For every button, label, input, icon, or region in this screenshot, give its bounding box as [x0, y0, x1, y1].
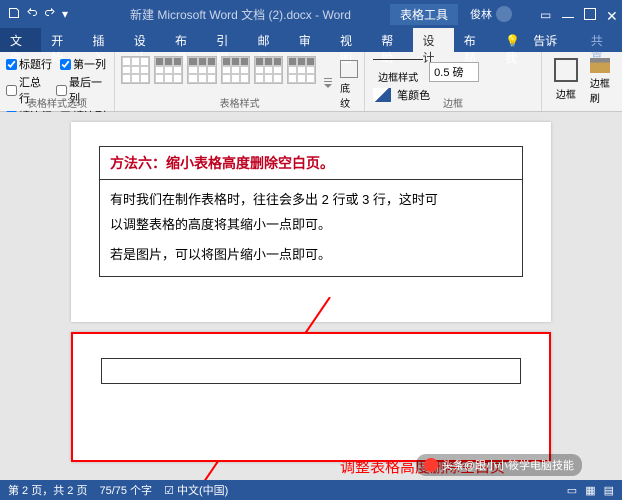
table-body-cell[interactable]: 有时我们在制作表格时，往往会多出 2 行或 3 行，这时可 以调整表格的高度将其… [100, 180, 522, 276]
tab-view[interactable]: 视图 [330, 28, 371, 52]
save-icon[interactable] [8, 7, 20, 22]
border-style-button[interactable]: 边框样式 [373, 59, 423, 84]
tab-layout[interactable]: 布局 [165, 28, 206, 52]
tell-me[interactable]: 💡 告诉我 [495, 28, 581, 52]
tab-review[interactable]: 审阅 [289, 28, 330, 52]
tab-mailings[interactable]: 邮件 [248, 28, 289, 52]
qat-dropdown-icon[interactable]: ▾ [62, 7, 68, 21]
tab-table-design[interactable]: 设计 [413, 28, 454, 52]
table-style-2[interactable] [154, 56, 183, 84]
ribbon-options-icon[interactable]: ▭ [540, 8, 552, 20]
watermark: 头条@跟小小筱学电脑技能 [416, 454, 582, 476]
border-icon [554, 58, 578, 82]
table-tools-label: 表格工具 [390, 4, 458, 25]
close-icon[interactable]: ✕ [606, 8, 618, 20]
page-2 [71, 332, 551, 462]
border-sample-icon [373, 59, 423, 69]
menu-bar: 文件 开始 插入 设计 布局 引用 邮件 审阅 视图 帮助 设计 布局 💡 告诉… [0, 28, 622, 52]
table-style-6[interactable] [287, 56, 316, 84]
table-style-1[interactable] [121, 56, 150, 84]
status-bar: 第 2 页，共 2 页 75/75 个字 ☑ 中文(中国) ▭ ▦ ▤ [0, 480, 622, 500]
language-indicator[interactable]: ☑ 中文(中国) [164, 482, 228, 498]
watermark-icon [424, 458, 438, 472]
tab-design[interactable]: 设计 [124, 28, 165, 52]
tab-home[interactable]: 开始 [41, 28, 82, 52]
chk-first-col[interactable]: 第一列 [60, 56, 106, 72]
borders-button[interactable]: 边框 [548, 54, 584, 109]
group-border-buttons: 边框 边框刷 [542, 52, 622, 111]
table-style-5[interactable] [254, 56, 283, 84]
user-account[interactable]: 俊林 [470, 6, 512, 22]
empty-table[interactable] [101, 358, 521, 384]
bucket-icon [340, 60, 358, 78]
view-web-icon[interactable]: ▤ [604, 484, 614, 497]
tab-table-layout[interactable]: 布局 [454, 28, 495, 52]
group-style-options: 标题行 第一列 汇总行 最后一列 镶边行 镶边列 表格样式选项 [0, 52, 115, 111]
table-style-3[interactable] [187, 56, 216, 84]
undo-icon[interactable] [26, 7, 38, 22]
page-indicator[interactable]: 第 2 页，共 2 页 [8, 482, 87, 498]
user-avatar-icon [496, 6, 512, 22]
view-print-icon[interactable]: ▦ [585, 484, 595, 497]
table-style-4[interactable] [221, 56, 250, 84]
tab-help[interactable]: 帮助 [371, 28, 412, 52]
group-borders: 边框样式 0.5 磅 笔颜色 边框 [365, 52, 542, 111]
page-1: 方法六：缩小表格高度删除空白页。 有时我们在制作表格时，往往会多出 2 行或 3… [71, 122, 551, 322]
tab-file[interactable]: 文件 [0, 28, 41, 52]
word-count[interactable]: 75/75 个字 [99, 482, 152, 498]
tab-references[interactable]: 引用 [206, 28, 247, 52]
minimize-icon[interactable] [562, 17, 574, 18]
group-table-styles: 底纹 表格样式 [115, 52, 365, 111]
title-bar: ▾ 新建 Microsoft Word 文档 (2).docx - Word 表… [0, 0, 622, 28]
maximize-icon[interactable] [584, 8, 596, 20]
document-area[interactable]: 方法六：缩小表格高度删除空白页。 有时我们在制作表格时，往往会多出 2 行或 3… [0, 112, 622, 480]
painter-icon [590, 58, 610, 73]
share-button[interactable]: 共享 [581, 28, 622, 52]
view-read-icon[interactable]: ▭ [567, 484, 577, 497]
chk-header-row[interactable]: 标题行 [6, 56, 52, 72]
border-painter-button[interactable]: 边框刷 [584, 54, 616, 109]
table-header-cell[interactable]: 方法六：缩小表格高度删除空白页。 [100, 147, 522, 180]
border-width-select[interactable]: 0.5 磅 [429, 62, 479, 82]
document-title: 新建 Microsoft Word 文档 (2).docx - Word [130, 6, 351, 23]
tab-insert[interactable]: 插入 [83, 28, 124, 52]
redo-icon[interactable] [44, 7, 56, 22]
content-table[interactable]: 方法六：缩小表格高度删除空白页。 有时我们在制作表格时，往往会多出 2 行或 3… [99, 146, 523, 277]
ribbon: 标题行 第一列 汇总行 最后一列 镶边行 镶边列 表格样式选项 底纹 表格样式 [0, 52, 622, 112]
